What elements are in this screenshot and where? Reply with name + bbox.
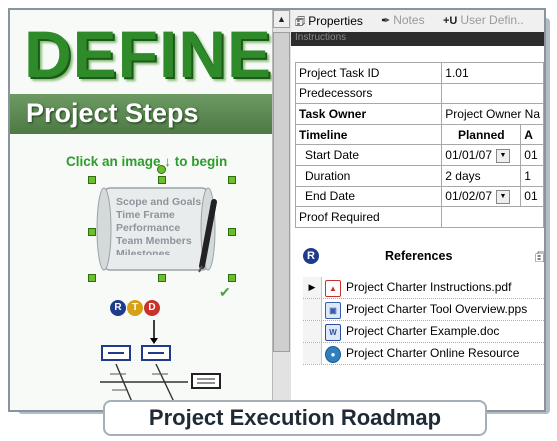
scroll-item: Performance	[116, 222, 181, 234]
timeline-label: Timeline	[294, 123, 443, 146]
pps-icon: ▣	[325, 302, 341, 319]
tab-label: User Defin..	[460, 13, 524, 27]
banner-subtitle-bar: Project Steps	[10, 94, 272, 134]
duration-actual[interactable]: 1	[520, 164, 544, 187]
scroll-items: Scope and Goals Time Frame Performance T…	[116, 196, 201, 255]
chevron-down-icon[interactable]: ▼	[496, 189, 511, 204]
actual-header: A	[520, 123, 544, 146]
end-date-planned-value: 01/02/07	[445, 188, 493, 203]
app-window: DEFINE Project Steps Click an image ↓ to…	[8, 8, 546, 412]
tab-notes[interactable]: ✒ Notes	[381, 13, 425, 27]
duration-label: Duration	[294, 164, 443, 187]
web-icon: ●	[325, 346, 341, 363]
table-row: Proof Required	[294, 206, 544, 228]
references-badge: R	[303, 248, 319, 264]
table-row: Timeline Planned A	[294, 123, 544, 146]
task-id-label: Project Task ID	[294, 62, 443, 84]
references-title: References	[385, 249, 453, 263]
selection-handle[interactable]	[88, 228, 96, 236]
table-row: Start Date 01/01/07 ▼ 01	[294, 144, 544, 166]
scroll-item: Team Members	[116, 235, 192, 247]
selection-handle[interactable]	[158, 274, 166, 282]
scroll-item: Milestones	[116, 248, 171, 255]
start-date-planned-value: 01/01/07	[445, 147, 493, 162]
list-item[interactable]: ▣ Project Charter Tool Overview.pps	[303, 299, 544, 321]
flow-diagram[interactable]	[70, 310, 240, 410]
duration-planned[interactable]: 2 days	[441, 164, 522, 187]
chevron-down-icon[interactable]: ▼	[496, 148, 511, 163]
scroll-up-icon[interactable]: ▲	[273, 10, 290, 28]
click-hint: Click an image ↓ to begin	[66, 154, 228, 169]
doc-icon: W	[325, 324, 341, 341]
tab-user-defined[interactable]: +U User Defin..	[443, 13, 524, 27]
row-selector-icon[interactable]: ▶	[303, 277, 322, 298]
pdf-icon: ▲	[325, 280, 341, 297]
rotate-handle[interactable]	[157, 165, 166, 174]
start-date-label: Start Date	[294, 144, 443, 166]
selection-handle[interactable]	[228, 274, 236, 282]
start-date-actual[interactable]: 01	[520, 144, 544, 166]
attach-icon[interactable]: 🗊	[535, 248, 544, 270]
scroll-item: Time Frame	[116, 209, 175, 221]
user-defined-icon: +U	[443, 15, 458, 27]
start-date-planned[interactable]: 01/01/07 ▼	[441, 144, 522, 166]
task-owner-value[interactable]: Project Owner Na	[441, 103, 544, 125]
list-item[interactable]: W Project Charter Example.doc	[303, 321, 544, 343]
selection-handle[interactable]	[158, 176, 166, 184]
scrollbar-thumb[interactable]	[273, 32, 290, 352]
selection-handle[interactable]	[228, 228, 236, 236]
define-image-panel[interactable]: DEFINE Project Steps Click an image ↓ to…	[10, 10, 272, 410]
properties-table: Project Task ID 1.01 Predecessors Task O…	[294, 62, 544, 228]
table-row: Project Task ID 1.01	[294, 62, 544, 84]
instructions-label: Instructions	[295, 32, 347, 43]
reference-label: Project Charter Example.doc	[346, 324, 500, 338]
task-id-value[interactable]: 1.01	[441, 62, 544, 84]
properties-icon: 🗊	[295, 16, 306, 28]
task-properties-panel: 🗊 Properties ✒ Notes +U User Defin.. Instru…	[291, 10, 544, 410]
row-selector[interactable]	[303, 321, 322, 342]
instructions-bar: Instructions	[291, 32, 544, 46]
proof-required-value[interactable]	[441, 206, 544, 228]
row-selector[interactable]	[303, 299, 322, 320]
reference-label: Project Charter Online Resource	[346, 346, 520, 360]
end-date-label: End Date	[294, 185, 443, 208]
row-selector[interactable]	[303, 343, 322, 364]
vertical-scrollbar[interactable]: ▲	[272, 10, 291, 410]
tab-label: Notes	[393, 13, 425, 27]
scroll-item: Scope and Goals	[116, 196, 202, 208]
check-icon: ✔	[219, 284, 231, 300]
proof-required-label: Proof Required	[294, 206, 443, 228]
task-owner-label: Task Owner	[294, 103, 443, 125]
list-item[interactable]: ▶ ▲ Project Charter Instructions.pdf	[303, 277, 544, 299]
table-row: Duration 2 days 1	[294, 164, 544, 187]
list-item[interactable]: ● Project Charter Online Resource	[303, 343, 544, 365]
banner-title: DEFINE	[24, 17, 272, 91]
planned-header: Planned	[441, 123, 522, 146]
predecessors-label: Predecessors	[294, 82, 443, 105]
end-date-actual[interactable]: 01	[520, 185, 544, 208]
pen-icon: ✒	[381, 15, 391, 27]
tab-properties[interactable]: 🗊 Properties	[295, 13, 363, 32]
table-row: End Date 01/02/07 ▼ 01	[294, 185, 544, 208]
reference-label: Project Charter Tool Overview.pps	[346, 302, 528, 316]
banner-subtitle: Project Steps	[26, 98, 199, 128]
end-date-planned[interactable]: 01/02/07 ▼	[441, 185, 522, 208]
references-header: R References 🗊	[291, 244, 544, 270]
table-row: Task Owner Project Owner Na	[294, 103, 544, 125]
selection-handle[interactable]	[228, 176, 236, 184]
tab-label: Properties	[308, 14, 363, 28]
selection-handle[interactable]	[88, 274, 96, 282]
tab-bar: 🗊 Properties ✒ Notes +U User Defin..	[291, 10, 544, 33]
references-list: ▶ ▲ Project Charter Instructions.pdf ▣ P…	[303, 277, 544, 365]
caption-banner: Project Execution Roadmap	[103, 400, 487, 436]
reference-label: Project Charter Instructions.pdf	[346, 280, 512, 294]
selection-handle[interactable]	[88, 176, 96, 184]
predecessors-value[interactable]	[441, 82, 544, 105]
table-row: Predecessors	[294, 82, 544, 105]
